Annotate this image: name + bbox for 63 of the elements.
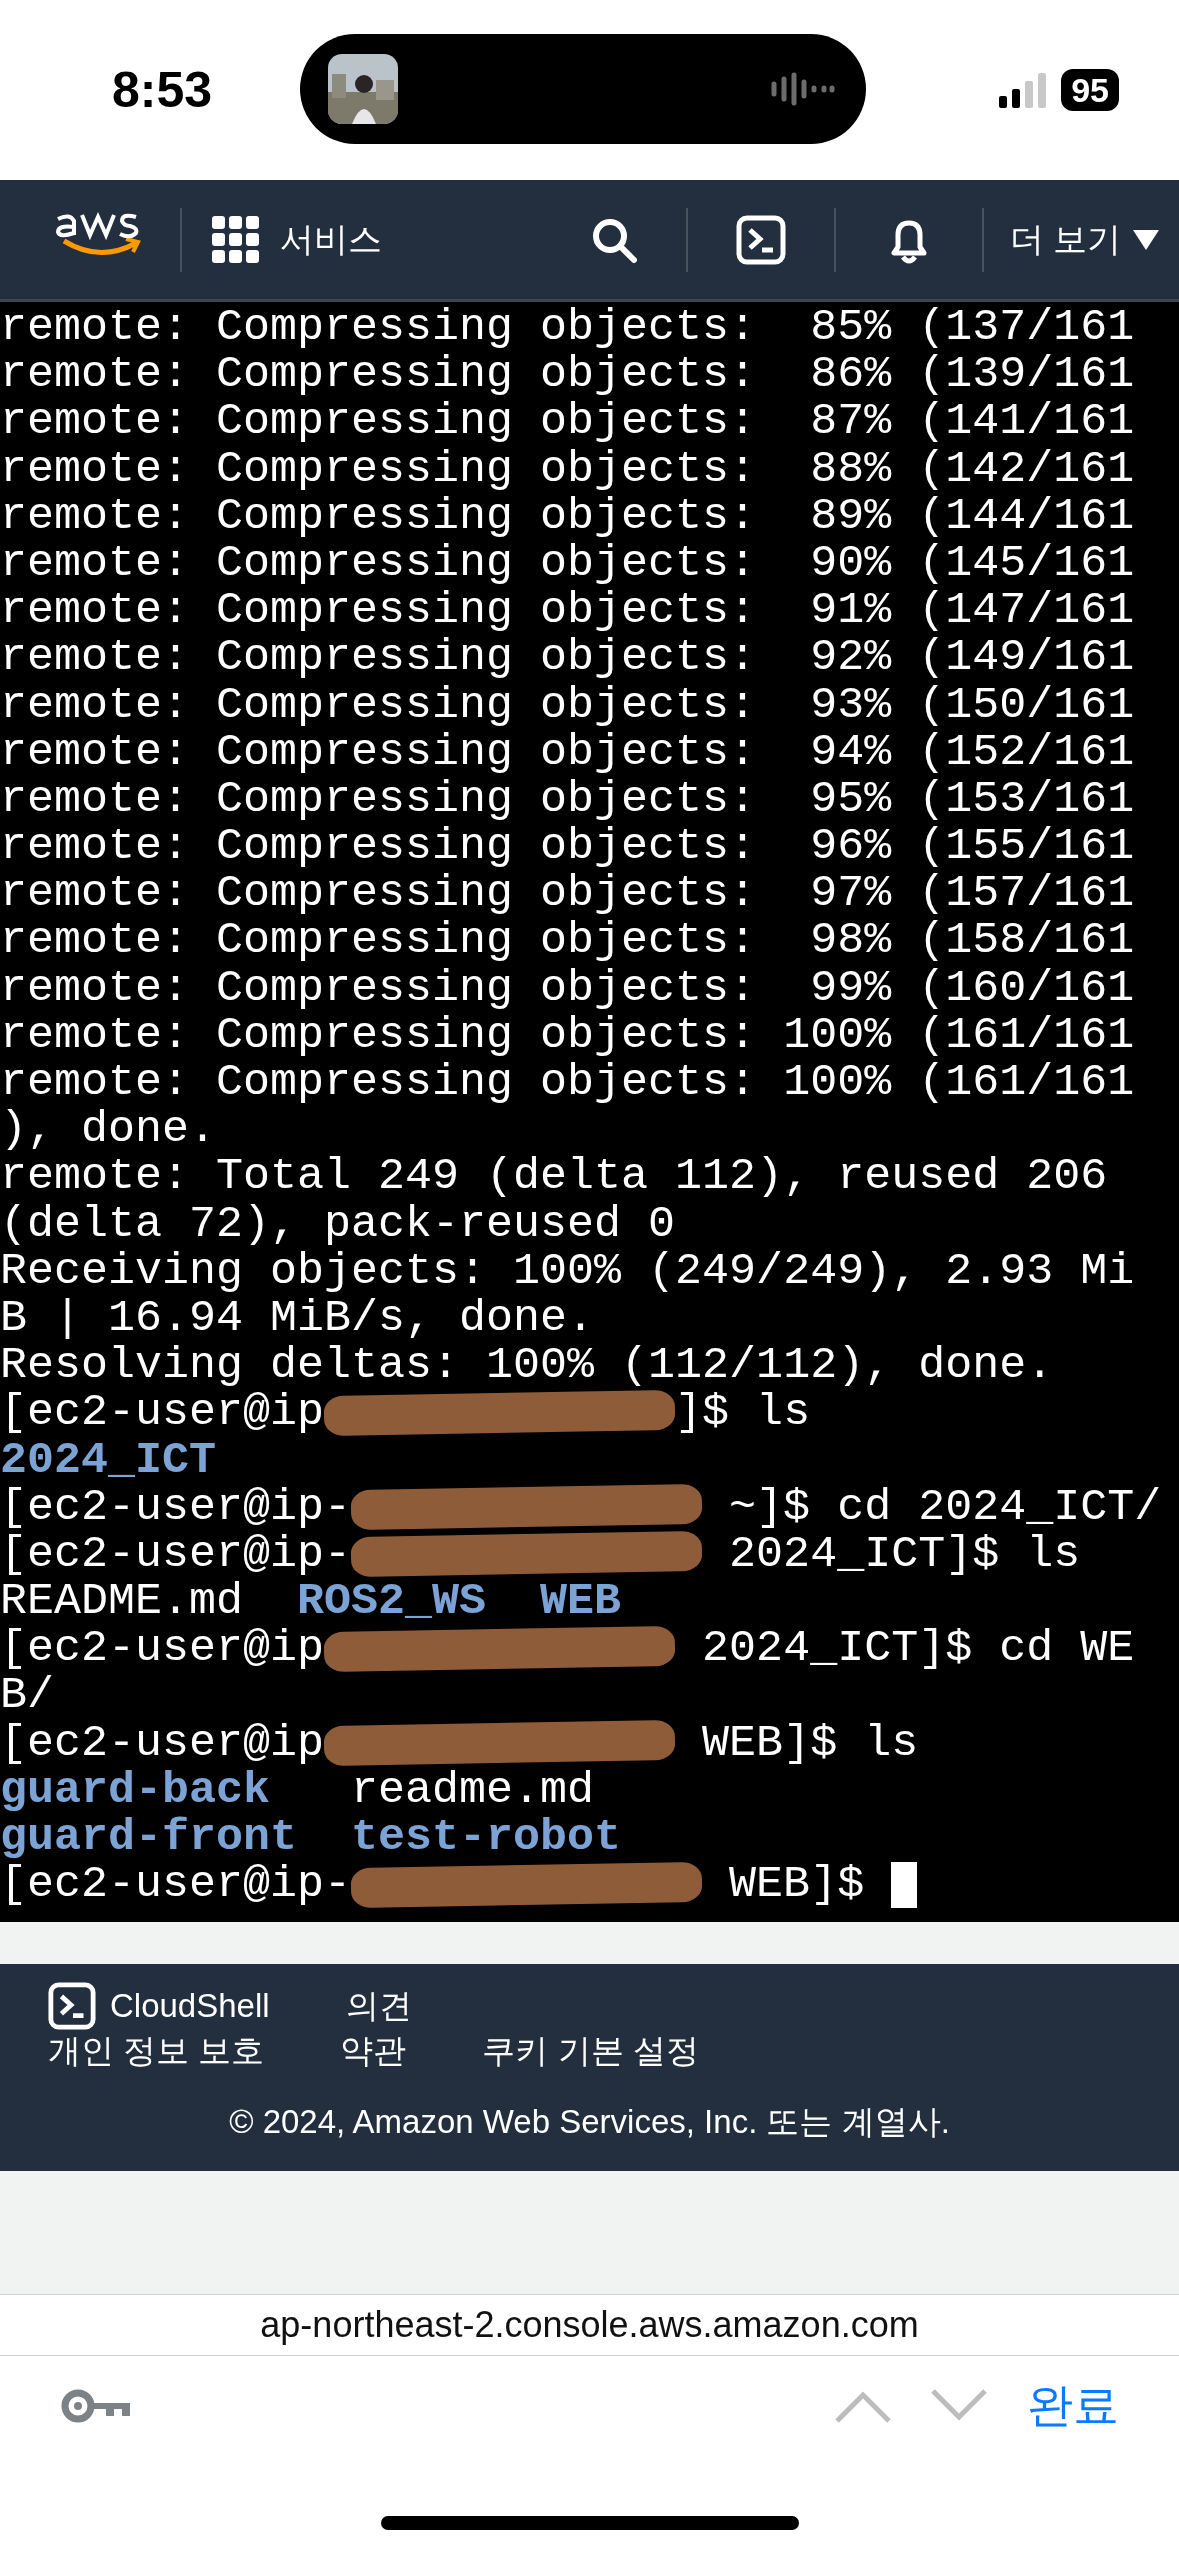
terminal-text: remote: Compressing objects: 87% (141/161 bbox=[0, 398, 1135, 446]
terminal-text: [ec2-user@ip- bbox=[0, 1483, 352, 1531]
terminal-text: [ec2-user@ip bbox=[0, 1389, 325, 1437]
terminal-text: README.md bbox=[0, 1578, 245, 1626]
footer-link[interactable]: 약관 bbox=[340, 2030, 407, 2072]
terminal-text: Receiving objects: 100% (249/249), 2.93 Mi bbox=[0, 1247, 1135, 1295]
battery-level: 95 bbox=[1061, 69, 1119, 111]
terminal-text: [ec2-user@ip bbox=[0, 1625, 325, 1673]
footer-link[interactable]: 개인 정보 보호 bbox=[48, 2030, 265, 2072]
terminal-text: B/ bbox=[0, 1672, 54, 1720]
terminal-text: ~]$ cd 2024_ICT/ bbox=[728, 1483, 1162, 1531]
terminal-text: B | 16.94 MiB/s, done. bbox=[0, 1294, 595, 1343]
terminal-text: [ec2-user@ip- bbox=[0, 1861, 352, 1909]
terminal-text: remote: Compressing objects: 100% (161/161 bbox=[0, 1059, 1135, 1107]
terminal-text: Resolving deltas: 100% (112/112), done. bbox=[0, 1342, 1054, 1390]
terminal-text: remote: Compressing objects: 97% (157/161 bbox=[0, 870, 1135, 918]
directory-name: ROS2_WS bbox=[297, 1578, 488, 1626]
terminal-text: remote: Compressing objects: 85% (137/161 bbox=[0, 304, 1135, 352]
terminal-text: remote: Compressing objects: 99% (160/161 bbox=[0, 964, 1135, 1012]
audio-wave-icon bbox=[770, 72, 836, 106]
signal-icon bbox=[999, 72, 1048, 108]
grid-icon[interactable] bbox=[212, 215, 260, 264]
terminal-text: remote: Compressing objects: 86% (139/161 bbox=[0, 351, 1135, 399]
terminal-text: remote: Compressing objects: 88% (142/161 bbox=[0, 445, 1135, 493]
terminal-icon bbox=[48, 1982, 96, 2030]
terminal-text: 2024_ICT]$ ls bbox=[728, 1530, 1081, 1579]
terminal-icon[interactable] bbox=[735, 214, 786, 265]
terminal-text: remote: Compressing objects: 93% (150/161 bbox=[0, 681, 1135, 729]
terminal-cursor bbox=[891, 1861, 918, 1908]
footer-link[interactable]: 쿠키 기본 설정 bbox=[482, 2030, 699, 2072]
terminal-text: remote: Compressing objects: 90% (145/161 bbox=[0, 539, 1135, 588]
directory-name: WEB bbox=[540, 1578, 622, 1626]
directory-name: guard-back bbox=[0, 1766, 271, 1814]
terminal-text: [ec2-user@ip- bbox=[0, 1530, 352, 1579]
copyright-text: © 2024, Amazon Web Services, Inc. 또는 계열사. bbox=[228, 2102, 951, 2142]
terminal-text: remote: Compressing objects: 98% (158/161 bbox=[0, 917, 1135, 965]
terminal-text: 2024_ICT]$ cd WE bbox=[701, 1625, 1135, 1673]
clock: 8:53 bbox=[112, 61, 213, 119]
terminal-text: remote: Compressing objects: 89% (144/161 bbox=[0, 492, 1135, 540]
services-menu[interactable]: 서비스 bbox=[280, 216, 382, 263]
directory-name: 2024_ICT bbox=[0, 1436, 217, 1484]
terminal-text: remote: Compressing objects: 91% (147/161 bbox=[0, 587, 1135, 635]
terminal-text: WEB]$ ls bbox=[701, 1719, 919, 1767]
directory-name: guard-front bbox=[0, 1814, 299, 1862]
terminal-text: remote: Compressing objects: 94% (152/161 bbox=[0, 728, 1135, 776]
terminal-text: ]$ ls bbox=[675, 1389, 811, 1437]
terminal-text: readme.md bbox=[350, 1766, 595, 1814]
terminal-text: ), done. bbox=[0, 1106, 217, 1154]
terminal-text: remote: Total 249 (delta 112), reused 206 bbox=[0, 1153, 1108, 1201]
terminal-text: WEB]$ bbox=[728, 1861, 866, 1909]
address-bar[interactable]: ap-northeast-2.console.aws.amazon.com bbox=[0, 2294, 1179, 2356]
directory-name: test-robot bbox=[351, 1814, 622, 1862]
more-menu[interactable]: 더 보기 bbox=[1009, 216, 1121, 263]
terminal-text: [ec2-user@ip bbox=[0, 1719, 325, 1767]
done-button[interactable]: 완료 bbox=[1027, 2375, 1119, 2437]
terminal-text: (delta 72), pack-reused 0 bbox=[0, 1200, 676, 1248]
terminal-text: remote: Compressing objects: 100% (161/161 bbox=[0, 1011, 1135, 1059]
feedback-link[interactable]: 의견 bbox=[345, 1985, 412, 2027]
caret-icon[interactable] bbox=[1133, 229, 1159, 250]
terminal-text: remote: Compressing objects: 95% (153/161 bbox=[0, 775, 1135, 824]
terminal-text: remote: Compressing objects: 96% (155/161 bbox=[0, 823, 1135, 871]
cloudshell-link[interactable]: CloudShell bbox=[110, 1985, 270, 2027]
terminal-text: remote: Compressing objects: 92% (149/161 bbox=[0, 634, 1135, 682]
